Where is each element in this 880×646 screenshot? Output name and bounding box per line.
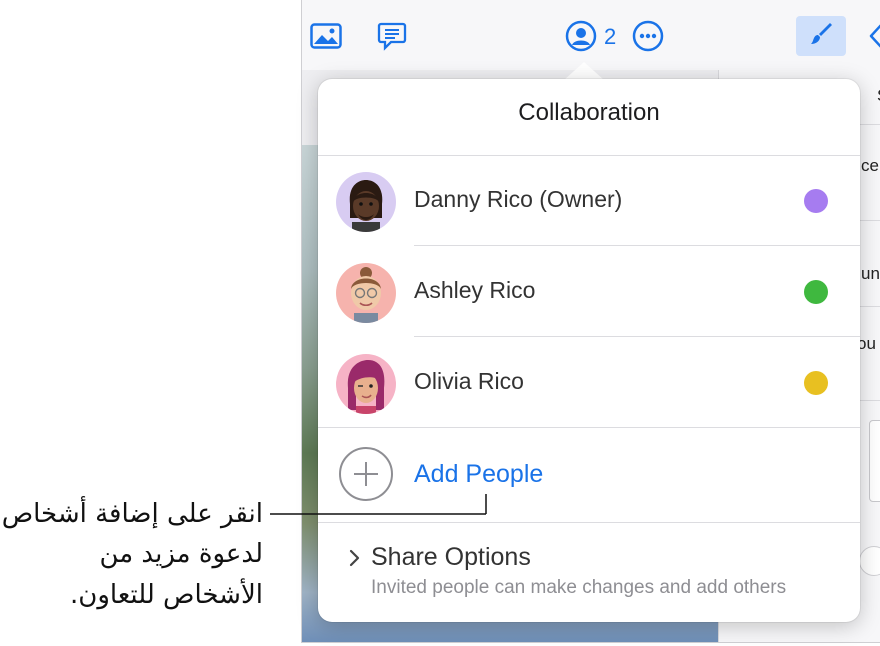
callout-line-1: انقر على إضافة أشخاص: [1, 499, 263, 529]
callout-line-2: لدعوة مزيد من: [99, 539, 263, 569]
callout-line-3: الأشخاص للتعاون.: [70, 580, 263, 610]
